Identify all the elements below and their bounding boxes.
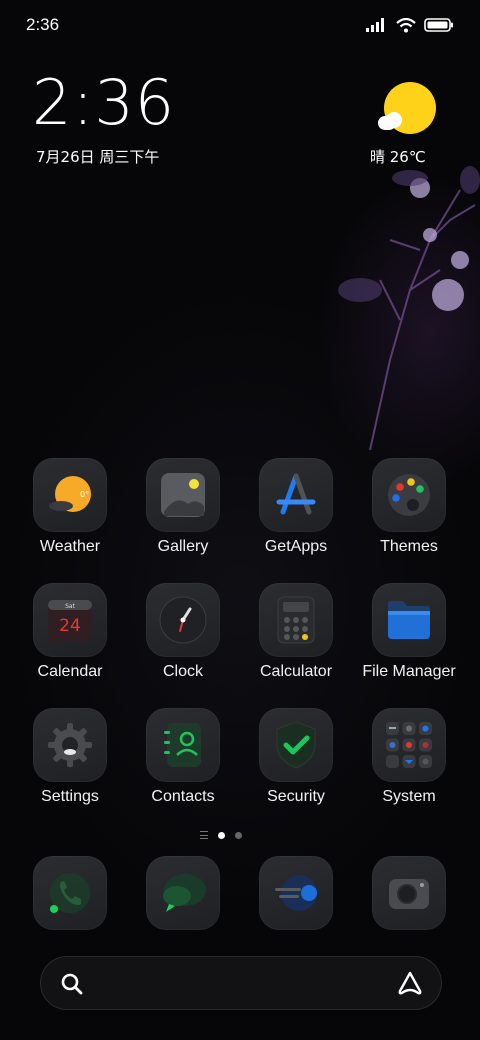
clock-widget-date[interactable]: 7月26日 周三下午 [36, 146, 159, 167]
page-dot-current[interactable] [218, 831, 225, 839]
cloud-shape [386, 112, 402, 128]
app-gallery[interactable]: Gallery [127, 458, 239, 558]
file-manager-icon [372, 583, 446, 657]
themes-icon [372, 458, 446, 532]
app-calendar[interactable]: Sat 24 Calendar [14, 583, 126, 683]
dock-phone[interactable] [33, 856, 107, 930]
app-label-settings: Settings [41, 788, 99, 805]
page-dot[interactable] [235, 831, 242, 839]
status-icons [366, 15, 454, 35]
app-contacts[interactable]: Contacts [127, 708, 239, 808]
app-file-manager[interactable]: File Manager [353, 583, 465, 683]
app-settings[interactable]: Settings [14, 708, 126, 808]
status-time: 2:36 [26, 15, 60, 34]
battery-icon [424, 18, 453, 32]
flower-wallpaper-art [338, 166, 480, 451]
security-icon [259, 708, 333, 782]
app-label-weather: Weather [39, 538, 101, 555]
app-label-calendar: Calendar [37, 663, 103, 680]
weather-widget[interactable]: 晴 26℃ [370, 82, 446, 172]
camera-icon [372, 856, 446, 930]
dock-messages[interactable] [146, 856, 220, 930]
contacts-icon [146, 708, 220, 782]
app-system-folder[interactable]: System [353, 708, 465, 808]
app-themes[interactable]: Themes [353, 458, 465, 558]
clock-icon [146, 583, 220, 657]
page-indicator[interactable] [200, 828, 250, 842]
app-label-file-manager: File Manager [362, 663, 456, 680]
browser-icon [259, 856, 333, 930]
app-label-security: Security [267, 788, 325, 805]
app-getapps[interactable]: GetApps [240, 458, 352, 558]
phone-icon [33, 856, 107, 930]
gallery-icon [146, 458, 220, 532]
messages-icon [146, 856, 220, 930]
app-weather[interactable]: 0° Weather [14, 458, 126, 558]
calendar-day: 24 [59, 616, 81, 636]
getapps-icon [259, 458, 333, 532]
signal-icon [366, 18, 384, 32]
calendar-icon: Sat 24 [33, 583, 107, 657]
calendar-weekday: Sat [65, 603, 75, 610]
settings-icon [33, 708, 107, 782]
app-drawer-lines-icon[interactable] [200, 831, 208, 839]
app-label-clock: Clock [162, 663, 203, 680]
weather-text: 晴 26℃ [370, 148, 426, 166]
svg-text:0°: 0° [80, 490, 89, 499]
app-label-contacts: Contacts [151, 788, 215, 805]
search-bar[interactable] [40, 956, 442, 1010]
dock-browser[interactable] [259, 856, 333, 930]
app-security[interactable]: Security [240, 708, 352, 808]
clock-widget-time[interactable]: 2:36 [32, 72, 175, 134]
weather-icon: 0° [33, 458, 107, 532]
calculator-icon [259, 583, 333, 657]
status-bar: 2:36 [0, 0, 480, 50]
dock-camera[interactable] [372, 856, 446, 930]
wifi-icon [396, 17, 416, 32]
app-clock[interactable]: Clock [127, 583, 239, 683]
app-label-getapps: GetApps [264, 538, 328, 555]
app-label-gallery: Gallery [157, 538, 209, 555]
app-label-system: System [382, 788, 436, 805]
app-label-themes: Themes [380, 538, 438, 555]
search-icon[interactable] [60, 972, 84, 996]
app-label-calculator: Calculator [259, 663, 333, 680]
assistant-icon[interactable] [396, 970, 424, 996]
system-folder-icon [372, 708, 446, 782]
app-calculator[interactable]: Calculator [240, 583, 352, 683]
